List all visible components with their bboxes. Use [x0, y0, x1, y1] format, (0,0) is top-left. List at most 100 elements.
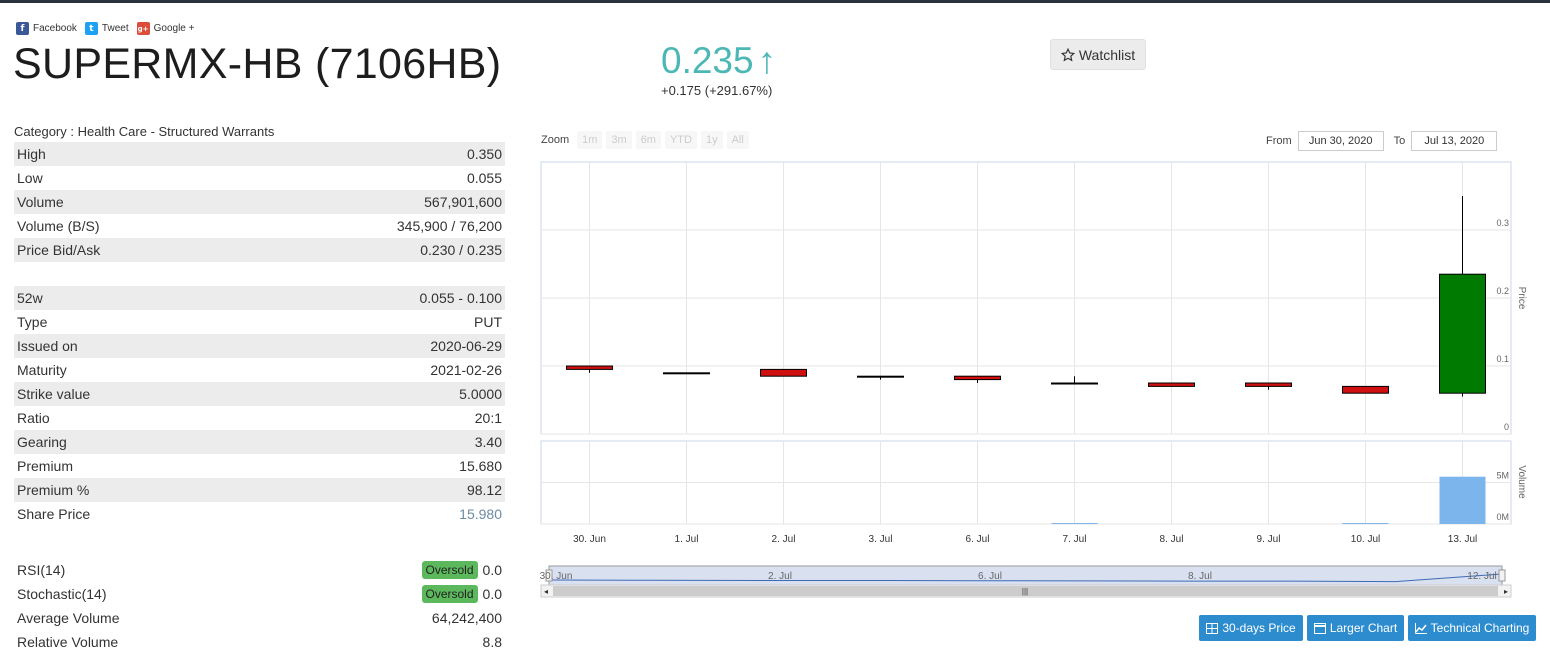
navigator-left-handle	[545, 569, 553, 582]
x-tick-label: 7. Jul	[1063, 534, 1087, 545]
x-tick-label: 1. Jul	[675, 534, 699, 545]
row-value: 8.8	[482, 634, 502, 650]
table-row: Volume (B/S) 345,900 / 76,200	[14, 214, 505, 238]
from-label: From	[1266, 135, 1292, 147]
volume-bar	[1051, 523, 1098, 524]
volume-axis-title: Volume	[1516, 465, 1527, 499]
row-value: 567,901,600	[424, 194, 502, 210]
watchlist-label: Watchlist	[1078, 46, 1136, 63]
volume-tick-label: 5M	[1496, 471, 1509, 481]
to-date-input[interactable]: Jul 13, 2020	[1411, 131, 1498, 151]
navigator-label: 12. Jul	[1467, 571, 1496, 582]
navigator-right-handle	[1498, 569, 1506, 582]
oversold-badge: Oversold	[421, 585, 478, 603]
from-date-input[interactable]: Jun 30, 2020	[1297, 131, 1384, 151]
table-row: Issued on 2020-06-29	[14, 334, 505, 358]
row-value: 0.055	[466, 170, 502, 186]
x-tick-label: 13. Jul	[1448, 534, 1477, 545]
zoom-1y-button[interactable]: 1y	[700, 131, 723, 149]
table-row: Share Price 15.980	[14, 502, 505, 526]
star-icon	[1060, 47, 1075, 61]
volume-bar	[1342, 523, 1389, 524]
row-value: PUT	[474, 314, 502, 330]
row-value: 0.0	[482, 586, 502, 602]
facebook-label: Facebook	[33, 23, 77, 34]
candle-body	[1148, 382, 1195, 387]
candle-body	[1051, 382, 1098, 385]
price-change: +0.175 (+291.67%)	[661, 83, 773, 98]
price-tick-label: 0.3	[1496, 218, 1509, 228]
navigator-label: 6. Jul	[978, 571, 1002, 582]
table-row: Price Bid/Ask 0.230 / 0.235	[14, 238, 505, 262]
row-label: Volume (B/S)	[17, 218, 100, 234]
row-value: 3.40	[474, 434, 502, 450]
volume-tick-label: 0M	[1496, 512, 1509, 522]
row-label: 52w	[17, 290, 43, 306]
row-value: 0.350	[466, 146, 502, 162]
table-row: Strike value 5.0000	[14, 382, 505, 406]
larger-chart-label: Larger Chart	[1329, 621, 1398, 635]
tweet-share[interactable]: t Tweet	[84, 22, 129, 35]
table-row: Type PUT	[14, 310, 505, 334]
x-tick-label: 2. Jul	[772, 534, 796, 545]
facebook-share[interactable]: f Facebook	[16, 22, 77, 35]
navigator-series-line	[548, 573, 1503, 583]
candle-body	[566, 365, 613, 370]
row-value: 98.12	[466, 482, 502, 498]
google-share[interactable]: g+ Google +	[136, 22, 194, 35]
table-row: Gearing 3.40	[14, 430, 505, 454]
candle-body	[1245, 382, 1292, 387]
larger-chart-button[interactable]: Larger Chart	[1307, 615, 1404, 641]
price-stats-table: High 0.350 Low 0.055 Volume 567,901,600 Vol…	[14, 142, 505, 262]
warrant-details-table: 52w 0.055 - 0.100 Type PUT Issued on 2020-0…	[14, 286, 505, 526]
zoom-1m-button[interactable]: 1m	[577, 131, 603, 149]
watchlist-button[interactable]: Watchlist	[1050, 39, 1146, 70]
social-share-bar: f Facebook t Tweet g+ Google +	[16, 22, 194, 35]
row-label: Share Price	[17, 506, 91, 522]
table-row: Low 0.055	[14, 166, 505, 190]
row-label: RSI(14)	[17, 562, 66, 578]
x-tick-label: 30. Jun	[573, 534, 606, 545]
row-value: 0.230 / 0.235	[420, 242, 502, 258]
tweet-label: Tweet	[101, 23, 129, 34]
zoom-6m-button[interactable]: 6m	[635, 131, 661, 149]
window-icon	[1313, 622, 1326, 634]
x-tick-label: 6. Jul	[966, 534, 990, 545]
row-value: 20:1	[474, 410, 502, 426]
zoom-all-button[interactable]: All	[726, 131, 749, 149]
table-row: Ratio 20:1	[14, 406, 505, 430]
table-row: Average Volume 64,242,400	[14, 606, 505, 630]
30-days-price-button[interactable]: 30-days Price	[1199, 615, 1303, 641]
scroll-grip-icon: |||	[1022, 587, 1028, 596]
price-tick-label: 0.2	[1496, 286, 1509, 296]
price-tick-label: 0	[1504, 422, 1509, 432]
table-icon	[1206, 622, 1219, 634]
candle-body	[1342, 385, 1389, 394]
technical-charting-button[interactable]: Technical Charting	[1408, 615, 1536, 641]
up-arrow-icon: ↑	[757, 40, 777, 81]
to-label: To	[1393, 135, 1406, 147]
zoom-ytd-button[interactable]: YTD	[664, 131, 697, 149]
current-price: 0.235 ↑	[661, 40, 776, 82]
x-tick-label: 8. Jul	[1160, 534, 1184, 545]
price-tick-label: 0.1	[1496, 354, 1509, 364]
row-label: Type	[17, 314, 48, 330]
row-label: Premium	[17, 458, 74, 474]
share-price-link[interactable]: 15.980	[459, 506, 502, 522]
scroll-right-arrow: ▸	[1504, 587, 1508, 596]
x-tick-label: 10. Jul	[1351, 534, 1380, 545]
row-label: High	[17, 146, 46, 162]
table-row: Premium % 98.12	[14, 478, 505, 502]
facebook-icon: f	[16, 22, 29, 35]
price-value: 0.235	[661, 40, 754, 81]
row-label: Maturity	[17, 362, 67, 378]
row-label: Issued on	[17, 338, 78, 354]
zoom-3m-button[interactable]: 3m	[606, 131, 632, 149]
table-row: RSI(14) Oversold 0.0	[14, 558, 505, 582]
scrollbar-track	[540, 584, 1512, 598]
technical-charting-label: Technical Charting	[1430, 621, 1530, 635]
navigator-label: 8. Jul	[1188, 571, 1212, 582]
candle-body	[760, 368, 807, 377]
indicators-table: RSI(14) Oversold 0.0 Stochastic(14) Oversol…	[14, 558, 505, 654]
category-text: Category : Health Care - Structured Warr…	[14, 124, 275, 139]
